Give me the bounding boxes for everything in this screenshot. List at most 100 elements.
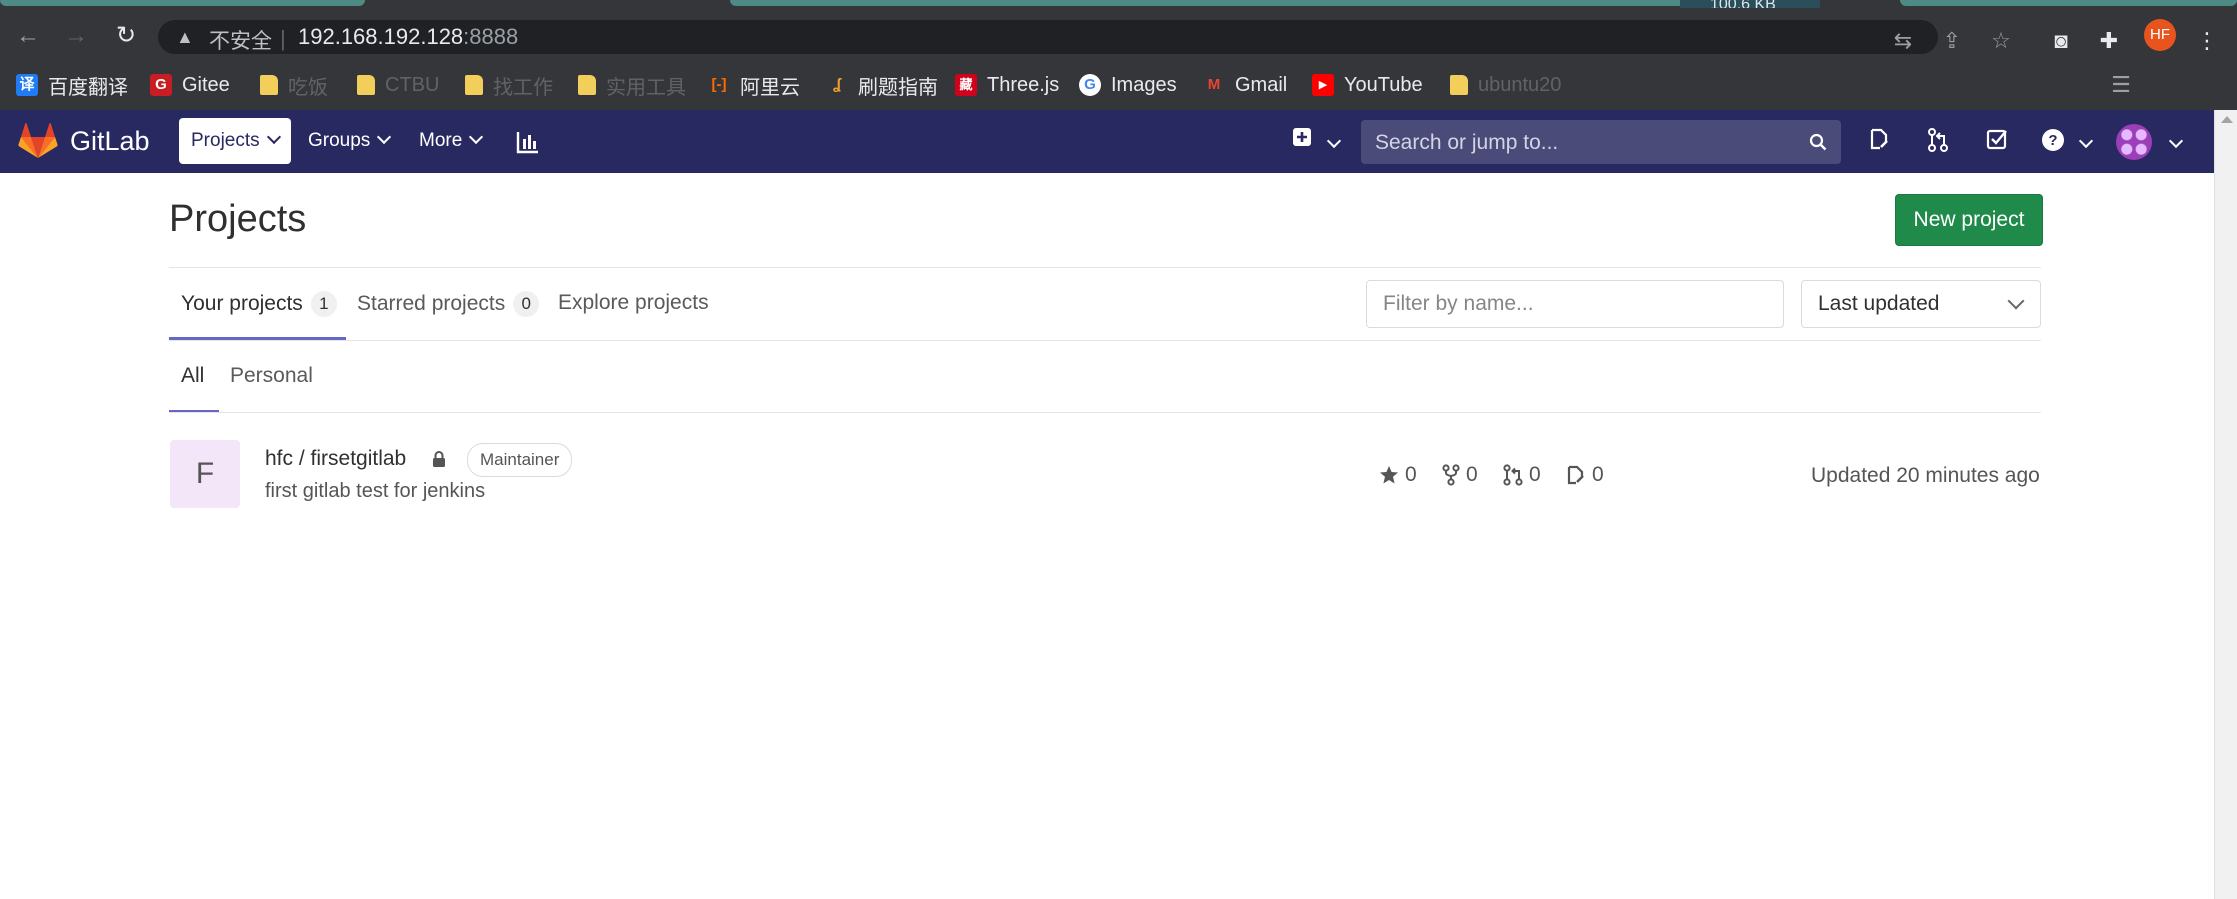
issues-icon[interactable] (1864, 128, 1894, 157)
role-badge: Maintainer (467, 443, 573, 477)
project-avatar[interactable]: F (170, 440, 240, 508)
issues-icon (1567, 465, 1584, 485)
share-icon[interactable]: ⇪ (1937, 28, 1967, 54)
threejs-icon: 藏 (955, 74, 977, 96)
issues-count[interactable]: 0 (1566, 463, 1604, 487)
fork-icon (1442, 464, 1460, 486)
tab-your-projects[interactable]: Your projects 1 (181, 291, 337, 317)
url-text[interactable]: 192.168.192.128:8888 (298, 24, 518, 50)
search-input[interactable] (1361, 120, 1797, 166)
nav-groups-label: Groups (308, 130, 371, 151)
chevron-down-icon (469, 129, 484, 145)
bookmark-threejs[interactable]: 藏 Three.js (955, 72, 1059, 98)
browser-tab[interactable] (0, 0, 365, 6)
bookmark-label: Images (1111, 73, 1177, 96)
user-avatar[interactable] (2116, 124, 2152, 160)
nav-groups[interactable]: Groups (296, 118, 401, 164)
tab-explore-projects[interactable]: Explore projects (558, 291, 709, 315)
bookmark-folder-jobs[interactable]: 找工作 (465, 72, 553, 99)
bookmark-label: Three.js (987, 73, 1060, 96)
bookmark-aliyun[interactable]: [-] 阿里云 (708, 72, 801, 99)
search-icon (1809, 133, 1827, 151)
chevron-down-icon (2007, 292, 2025, 310)
reader-icon[interactable]: ◙ (2046, 28, 2076, 54)
new-project-button[interactable]: New project (1895, 194, 2043, 246)
chevron-down-icon[interactable] (2168, 133, 2184, 149)
folder-icon (260, 75, 278, 95)
bookmark-images[interactable]: G Images (1079, 72, 1177, 98)
forks-value: 0 (1466, 463, 1478, 486)
bookmark-label: 实用工具 (606, 76, 686, 99)
translate-icon[interactable]: ⇆ (1888, 28, 1918, 54)
bookmark-label: YouTube (1344, 73, 1423, 96)
bookmark-label: 百度翻译 (48, 76, 128, 99)
search-box[interactable] (1361, 120, 1841, 166)
folder-icon (1450, 75, 1468, 95)
bookmark-gitee[interactable]: G Gitee (150, 72, 230, 98)
bookmark-folder-ubuntu[interactable]: ubuntu20 (1450, 72, 1561, 98)
bookmark-star-icon[interactable]: ☆ (1986, 28, 2016, 54)
scroll-up-icon[interactable] (2221, 116, 2233, 123)
bookmark-label: CTBU (385, 73, 440, 96)
new-item-icon[interactable] (1287, 126, 1317, 154)
gitlab-logo-icon[interactable] (18, 122, 58, 160)
updated-timestamp: Updated 20 minutes ago (1811, 464, 2040, 487)
divider (169, 412, 2041, 413)
analytics-chart-icon[interactable] (516, 130, 540, 154)
browser-toolbar: ← → ↻ ▲ 不安全 | 192.168.192.128:8888 ⇆ ⇪ ☆… (0, 8, 2237, 60)
sort-dropdown[interactable]: Last updated (1801, 280, 2041, 328)
chevron-down-icon (377, 129, 392, 145)
chevron-down-icon[interactable] (2078, 133, 2094, 149)
forward-icon[interactable]: → (62, 22, 90, 50)
todo-icon[interactable] (1982, 128, 2012, 157)
project-title-link[interactable]: hfc / firsetgitlab (265, 447, 406, 471)
help-icon[interactable]: ? (2038, 128, 2068, 159)
nav-projects[interactable]: Projects (179, 118, 291, 164)
forks-count[interactable]: 0 (1442, 463, 1478, 487)
bookmark-folder-food[interactable]: 吃饭 (260, 72, 328, 99)
warning-icon[interactable]: ▲ (176, 27, 194, 48)
bookmark-leetcode[interactable]: ʆ 刷题指南 (826, 72, 938, 99)
tab-starred-projects[interactable]: Starred projects 0 (357, 291, 540, 317)
bookmark-gmail[interactable]: M Gmail (1203, 72, 1287, 98)
divider: | (280, 26, 286, 51)
bookmark-label: Gitee (182, 73, 230, 96)
menu-kebab-icon[interactable]: ⋮ (2192, 28, 2222, 54)
nav-more-label: More (419, 130, 463, 151)
youtube-icon: ▶ (1312, 74, 1334, 96)
merge-request-icon[interactable] (1923, 128, 1953, 159)
subtab-personal[interactable]: Personal (230, 364, 313, 388)
bookmark-youtube[interactable]: ▶ YouTube (1312, 72, 1423, 98)
subtab-all[interactable]: All (181, 364, 204, 388)
filter-box[interactable] (1366, 280, 1784, 328)
gitlab-top-bar: GitLab Projects Groups More ? (0, 110, 2214, 173)
bookmark-baidu-translate[interactable]: 译百度翻译 (16, 72, 128, 99)
chevron-down-icon (266, 129, 281, 145)
merge-request-icon (1503, 464, 1523, 486)
nav-projects-label: Projects (191, 130, 260, 151)
profile-avatar[interactable]: HF (2144, 19, 2176, 51)
insecure-label[interactable]: 不安全 (209, 25, 272, 55)
stars-value: 0 (1405, 463, 1417, 486)
nav-more[interactable]: More (407, 118, 493, 164)
filter-input[interactable] (1367, 281, 1783, 327)
bookmark-folder-tools[interactable]: 实用工具 (578, 72, 686, 99)
browser-tab[interactable] (1900, 0, 2237, 6)
chevron-down-icon[interactable] (1326, 133, 1342, 149)
bookmark-folder-ctbu[interactable]: CTBU (357, 72, 439, 98)
extensions-icon[interactable]: ✚ (2094, 28, 2124, 54)
reload-icon[interactable]: ↻ (112, 22, 140, 50)
reading-list-icon[interactable]: ☰ (2106, 72, 2136, 98)
subtab-label: Personal (230, 364, 313, 387)
back-icon[interactable]: ← (14, 22, 42, 50)
issues-value: 0 (1592, 463, 1604, 486)
count-badge: 1 (310, 291, 337, 317)
gitlab-brand[interactable]: GitLab (70, 126, 150, 157)
project-description: first gitlab test for jenkins (265, 480, 486, 502)
browser-tab[interactable] (730, 0, 1820, 6)
google-icon: G (1079, 74, 1101, 96)
merge-requests-count[interactable]: 0 (1503, 463, 1541, 487)
page-scrollbar[interactable] (2214, 110, 2237, 899)
stars-count[interactable]: 0 (1379, 463, 1417, 487)
divider (169, 340, 2041, 341)
